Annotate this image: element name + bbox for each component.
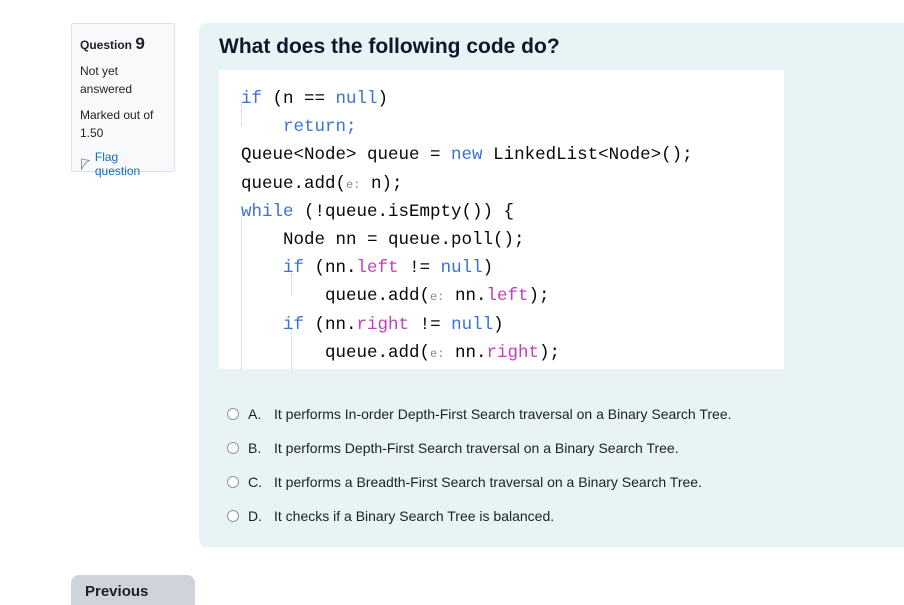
code-keyword: null [451,314,494,335]
code-line: if (nn.right != null) [241,311,504,339]
code-line: queue.add(e: n); [241,170,402,198]
option-letter: B. [248,440,262,456]
code-text: n); [360,173,403,194]
code-keyword: if [283,258,305,279]
code-text: Node nn = queue.poll(); [241,230,525,250]
option-letter: D. [248,508,262,524]
answer-option-a[interactable]: A. It performs In-order Depth-First Searc… [227,397,732,431]
code-text: (n == [262,89,336,109]
answer-option-d[interactable]: D. It checks if a Binary Search Tree is b… [227,499,732,533]
option-text[interactable]: It performs In-order Depth-First Search … [274,406,732,422]
radio-button[interactable] [227,510,239,522]
code-field: right [486,342,539,363]
code-keyword: new [451,145,483,166]
question-title: What does the following code do? [219,35,560,58]
code-param-hint: e: [346,177,361,192]
option-letter: C. [248,474,262,490]
code-text: nn. [444,342,487,363]
code-text: != [398,258,441,279]
flag-question-link[interactable]: Flag question [80,150,166,178]
code-text: LinkedList<Node>(); [482,145,693,166]
code-line: Node nn = queue.poll(); [241,226,525,254]
code-param-hint: e: [430,346,445,361]
flag-icon [80,158,91,170]
option-letter: A. [248,406,262,422]
code-keyword: return; [283,117,357,138]
code-text: (!queue.isEmpty()) { [293,201,515,222]
code-text: ) [377,89,389,109]
code-text: ); [538,342,560,363]
radio-button[interactable] [227,476,239,488]
flag-question-label[interactable]: Flag question [95,150,166,178]
code-keyword: null [335,89,378,109]
radio-button[interactable] [227,442,239,454]
code-line: Queue<Node> queue = new LinkedList<Node>… [241,141,693,169]
question-info-panel: Question 9 Not yet answered Marked out o… [71,23,175,178]
code-text: queue.add( [241,173,347,194]
code-line: queue.add(e: nn.left); [241,282,549,310]
question-number-value: 9 [135,34,145,53]
code-keyword: while [241,201,294,222]
option-text[interactable]: It performs a Breadth-First Search trave… [274,474,702,490]
code-text: Queue<Node> queue = [241,145,452,166]
code-text: ) [482,258,494,279]
code-line: if (n == null) [241,85,388,113]
code-keyword: if [283,314,305,335]
question-grade: Marked out of 1.50 [80,108,154,140]
quiz-navigation-block: Previous [71,575,195,605]
question-content: What does the following code do? if (n =… [199,23,904,547]
code-line: return; [241,113,357,141]
code-text: != [409,314,452,335]
code-text: queue.add( [241,342,431,363]
answer-option-c[interactable]: C. It performs a Breadth-First Search tra… [227,465,732,499]
answer-options: A. It performs In-order Depth-First Searc… [227,397,732,533]
option-text[interactable]: It checks if a Binary Search Tree is bal… [274,508,554,524]
question-state: Not yet answered [80,64,133,96]
code-keyword: null [440,258,483,279]
code-line: while (!queue.isEmpty()) { [241,198,514,226]
code-text: nn. [444,286,487,307]
code-text: (nn. [304,258,357,279]
question-label: Question [80,38,133,52]
code-field: left [356,258,399,279]
code-line: if (nn.left != null) [241,254,493,282]
code-text: (nn. [304,314,357,335]
code-field: left [486,286,529,307]
code-line: queue.add(e: nn.right); [241,339,560,367]
option-text[interactable]: It performs Depth-First Search traversal… [274,440,679,456]
code-keyword: if [241,89,263,109]
question-number: Question 9 [80,34,166,54]
code-param-hint: e: [430,290,445,305]
code-image: if (n == null) return; Queue<Node> queue … [219,70,784,369]
radio-button[interactable] [227,408,239,420]
code-text: ) [493,314,504,335]
answer-option-b[interactable]: B. It performs Depth-First Search travers… [227,431,732,465]
code-text: queue.add( [241,286,431,307]
nav-block-title: Previous [85,583,149,600]
code-field: right [356,314,410,335]
code-text: ); [528,286,550,307]
